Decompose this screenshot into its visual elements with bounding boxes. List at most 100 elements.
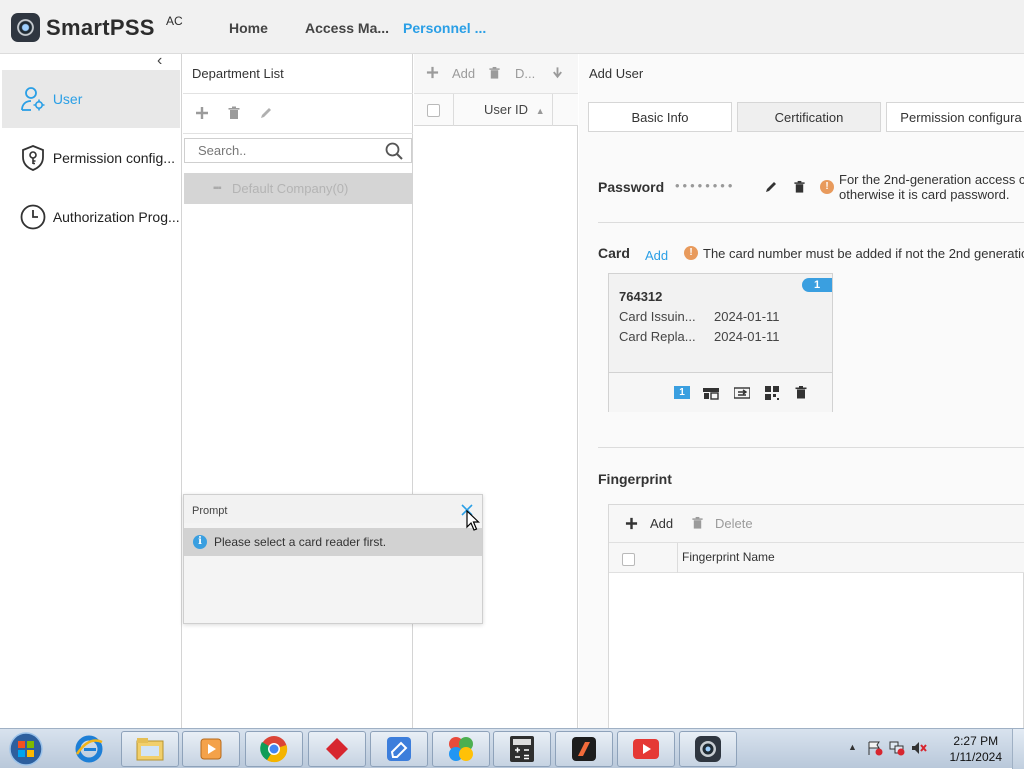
column-header-user-id[interactable]: User ID ▲ (453, 94, 553, 126)
department-toolbar (183, 94, 413, 134)
trash-icon (488, 66, 501, 83)
shield-key-icon (18, 143, 48, 173)
select-all-checkbox[interactable] (427, 104, 440, 117)
orange-app-icon[interactable] (555, 731, 613, 767)
delete-card-icon[interactable] (794, 385, 810, 401)
network-icon[interactable] (889, 740, 905, 759)
department-panel: Department List ▪▪▪ Default Company(0) (183, 54, 413, 728)
fingerprint-table: Add Delete Fingerprint Name (608, 504, 1024, 728)
sidebar-item-permission-config[interactable]: Permission config... (2, 129, 180, 187)
user-list-header: User ID ▲ (414, 94, 578, 126)
show-desktop-button[interactable] (1012, 729, 1024, 769)
card-main-badge-icon[interactable]: 1 (674, 386, 690, 399)
video-player-icon[interactable] (617, 731, 675, 767)
chrome-icon[interactable] (245, 731, 303, 767)
trash-icon (691, 516, 704, 533)
add-user-tabs: Basic Info Certification Permission conf… (588, 102, 1024, 132)
prompt-message: Please select a card reader first. (214, 535, 387, 549)
card-number: 764312 (619, 289, 663, 304)
fingerprint-toolbar: Add Delete (609, 505, 1024, 543)
windows-taskbar: ▲ 2:27 PM 1/11/2024 (0, 728, 1024, 769)
chevron-left-icon: ‹ (157, 52, 163, 69)
column-header-fingerprint-name[interactable]: Fingerprint Name (682, 550, 775, 564)
search-input[interactable] (185, 139, 375, 162)
clock-time: 2:27 PM (953, 734, 999, 748)
tree-node-default-company[interactable]: ▪▪▪ Default Company(0) (184, 173, 412, 204)
password-note: For the 2nd-generation access c otherwis… (839, 172, 1024, 202)
sidebar-item-label: Authorization Prog... (52, 209, 180, 225)
user-gear-icon (18, 84, 48, 114)
sort-asc-icon: ▲ (535, 106, 545, 116)
delete-fingerprint-button[interactable]: Delete (715, 516, 753, 531)
app-name: SmartPSS (46, 15, 155, 40)
card-index-badge: 1 (802, 278, 832, 292)
add-department-icon[interactable] (194, 106, 210, 122)
volume-muted-icon[interactable] (911, 740, 927, 759)
sidebar-item-user[interactable]: User (2, 70, 180, 128)
add-icon (426, 66, 439, 82)
import-arrow-icon[interactable] (551, 66, 564, 83)
nav-tab-access-management[interactable]: Access Ma... (305, 20, 389, 36)
app-name-superscript: AC (166, 14, 183, 28)
qr-code-icon[interactable] (764, 385, 780, 401)
nav-tab-personnel[interactable]: Personnel ... (403, 20, 486, 36)
card-field-value: 2024-01-11 (714, 309, 780, 324)
show-hidden-icons-icon[interactable]: ▲ (848, 742, 857, 752)
card-field-value: 2024-01-11 (714, 329, 780, 344)
delete-user-button[interactable]: D... (515, 66, 535, 81)
clock-date: 1/11/2024 (949, 750, 1003, 764)
calculator-icon[interactable] (493, 731, 551, 767)
prompt-message-bar: i Please select a card reader first. (184, 528, 482, 556)
colorful-app-icon[interactable] (432, 731, 490, 767)
taskbar-clock[interactable]: 2:27 PM 1/11/2024 (950, 733, 1003, 765)
tab-certification[interactable]: Certification (737, 102, 881, 132)
card-item[interactable]: 1 764312 Card Issuin... 2024-01-11 Card … (608, 273, 833, 412)
delete-password-icon[interactable] (793, 180, 806, 197)
delete-department-icon[interactable] (226, 106, 242, 122)
add-user-title: Add User (589, 66, 644, 81)
sidebar-collapse-button[interactable]: ‹ (0, 52, 181, 69)
mouse-cursor-icon (466, 509, 480, 532)
nav-tab-home[interactable]: Home (229, 20, 268, 36)
file-explorer-icon[interactable] (121, 731, 179, 767)
column-header-label: User ID (484, 102, 529, 117)
windows-start-button[interactable] (6, 731, 46, 767)
search-icon[interactable] (385, 142, 403, 163)
clock-icon (18, 202, 48, 232)
tab-permission-configuration[interactable]: Permission configura (886, 102, 1024, 132)
sidebar-item-authorization-progress[interactable]: Authorization Prog... (2, 188, 180, 246)
red-diamond-app-icon[interactable] (308, 731, 366, 767)
add-fingerprint-button[interactable]: Add (650, 516, 673, 531)
card-store-icon[interactable] (703, 385, 719, 401)
action-center-flag-icon[interactable] (867, 740, 883, 759)
edit-password-icon[interactable] (764, 180, 778, 197)
eraser-app-icon[interactable] (370, 731, 428, 767)
media-player-icon[interactable] (182, 731, 240, 767)
smartpss-window: SmartPSS AC Home Access Ma... Personnel … (0, 0, 1024, 728)
user-list-panel: Add D... User ID ▲ (414, 54, 578, 728)
select-all-checkbox[interactable] (622, 553, 635, 566)
divider (598, 447, 1024, 448)
smartpss-icon[interactable] (679, 731, 737, 767)
card-swap-icon[interactable] (733, 385, 751, 401)
fingerprint-label: Fingerprint (598, 471, 672, 487)
sidebar-item-label: Permission config... (52, 150, 175, 166)
add-user-button[interactable]: Add (452, 66, 475, 81)
tab-basic-info[interactable]: Basic Info (588, 102, 732, 132)
password-masked-value: •••••••• (675, 178, 736, 193)
sidebar: ‹ User Permission config... Authorizatio… (0, 52, 182, 728)
card-field-label: Card Issuin... (619, 309, 696, 324)
add-user-panel: Add User Basic Info Certification Permis… (579, 54, 1024, 728)
add-card-link[interactable]: Add (645, 248, 668, 263)
smartpss-logo-icon (11, 13, 40, 42)
edit-department-icon[interactable] (258, 106, 274, 122)
prompt-dialog: Prompt i Please select a card reader fir… (183, 494, 483, 624)
warning-icon: ! (684, 246, 698, 260)
org-tree-icon: ▪▪▪ (213, 183, 222, 194)
department-list-title: Department List (183, 54, 413, 94)
add-icon (625, 517, 638, 533)
warning-icon: ! (820, 180, 834, 194)
internet-explorer-icon[interactable] (60, 731, 118, 767)
top-bar: SmartPSS AC Home Access Ma... Personnel … (0, 0, 1024, 54)
department-search (184, 138, 412, 163)
